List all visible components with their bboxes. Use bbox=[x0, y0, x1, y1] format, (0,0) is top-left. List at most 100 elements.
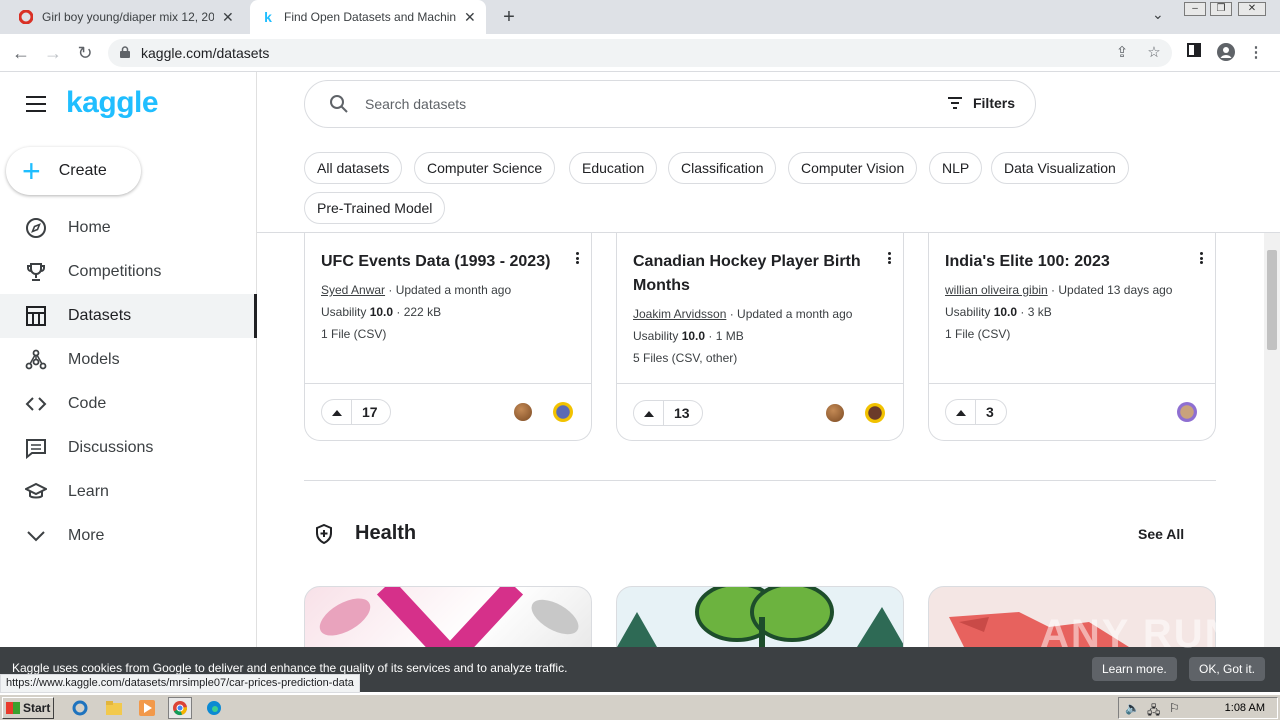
edge-icon[interactable] bbox=[204, 698, 224, 718]
share-icon[interactable]: ⇪ bbox=[1112, 43, 1132, 63]
search-input[interactable]: Search datasets Filters bbox=[304, 80, 1036, 128]
tab-search-chevron-icon[interactable]: ⌄ bbox=[1152, 6, 1164, 23]
side-panel-icon[interactable] bbox=[1184, 43, 1204, 63]
profile-avatar-icon[interactable] bbox=[1216, 43, 1236, 63]
address-bar[interactable]: kaggle.com/datasets bbox=[108, 39, 1172, 67]
taskbar: Start 🔈 🖧 ⚐ 1:08 AM bbox=[0, 694, 1280, 720]
back-arrow-icon[interactable]: ← bbox=[10, 42, 32, 64]
dataset-thumbnail[interactable] bbox=[616, 586, 904, 647]
start-button[interactable]: Start bbox=[2, 697, 54, 719]
filters-button[interactable]: Filters bbox=[947, 95, 1015, 111]
avatar[interactable] bbox=[1177, 402, 1197, 422]
chip-pre-trained-model[interactable]: Pre-Trained Model bbox=[304, 192, 446, 224]
network-icon[interactable]: 🖧 bbox=[1147, 701, 1160, 722]
sidebar-item-discussions[interactable]: Discussions bbox=[0, 426, 257, 470]
sidebar-item-label: Discussions bbox=[68, 439, 154, 456]
ie-icon[interactable] bbox=[70, 698, 90, 718]
forward-arrow-icon[interactable]: → bbox=[42, 42, 64, 64]
dataset-title[interactable]: Canadian Hockey Player Birth Months bbox=[633, 250, 878, 298]
sidebar-item-label: Models bbox=[68, 351, 120, 368]
browser-tab-strip: Girl boy young/diaper mix 12, 20200 ✕ k … bbox=[0, 0, 1280, 34]
flag-icon[interactable]: ⚐ bbox=[1169, 701, 1180, 715]
menu-kebab-icon[interactable]: ⋮ bbox=[1246, 43, 1266, 63]
more-options-icon[interactable] bbox=[885, 250, 893, 266]
tab-close-icon[interactable]: ✕ bbox=[222, 9, 234, 26]
sidebar-item-home[interactable]: Home bbox=[0, 206, 257, 250]
sidebar-item-more[interactable]: More bbox=[0, 514, 257, 558]
author-link[interactable]: Joakim Arvidsson bbox=[633, 307, 726, 321]
dataset-usability-line: Usability 10.0 · 222 kB bbox=[321, 305, 442, 319]
windows-flag-icon bbox=[6, 702, 20, 714]
chip-nlp[interactable]: NLP bbox=[929, 152, 983, 184]
dataset-files: 5 Files (CSV, other) bbox=[633, 351, 738, 365]
kaggle-logo[interactable]: kaggle bbox=[66, 86, 159, 120]
dataset-usability-line: Usability 10.0 · 1 MB bbox=[633, 329, 744, 343]
author-link[interactable]: willian oliveira gibin bbox=[945, 283, 1048, 297]
chip-classification[interactable]: Classification bbox=[668, 152, 777, 184]
search-placeholder: Search datasets bbox=[365, 96, 467, 112]
see-all-link[interactable]: See All bbox=[1138, 526, 1184, 542]
close-window-button[interactable]: ✕ bbox=[1238, 2, 1266, 16]
sidebar-item-models[interactable]: Models bbox=[0, 338, 257, 382]
table-icon bbox=[24, 304, 48, 328]
section-title: Health bbox=[355, 522, 417, 544]
chip-all-datasets[interactable]: All datasets bbox=[304, 152, 403, 184]
discussions-icon bbox=[24, 436, 48, 460]
dataset-author-line: Syed Anwar · Updated a month ago bbox=[321, 283, 512, 297]
dataset-title[interactable]: India's Elite 100: 2023 bbox=[945, 250, 1190, 274]
chip-data-visualization[interactable]: Data Visualization bbox=[991, 152, 1129, 184]
status-bar-url: https://www.kaggle.com/datasets/mrsimple… bbox=[0, 674, 360, 693]
more-options-icon[interactable] bbox=[1197, 250, 1205, 266]
minimize-button[interactable]: – bbox=[1184, 2, 1206, 16]
hamburger-menu-icon[interactable] bbox=[26, 96, 46, 112]
create-button[interactable]: + Create bbox=[6, 147, 141, 195]
scrollbar-thumb[interactable] bbox=[1267, 250, 1277, 350]
models-icon bbox=[24, 348, 48, 372]
plus-icon: + bbox=[22, 153, 41, 189]
tab-title: Girl boy young/diaper mix 12, 20200 bbox=[42, 10, 214, 24]
anyrun-watermark: ANY RUN bbox=[1040, 612, 1236, 656]
chip-computer-vision[interactable]: Computer Vision bbox=[788, 152, 918, 184]
ok-got-it-button[interactable]: OK, Got it. bbox=[1189, 657, 1266, 681]
search-header: Search datasets Filters All datasets Com… bbox=[257, 72, 1280, 233]
avatar[interactable] bbox=[865, 403, 885, 423]
dataset-thumbnail[interactable] bbox=[304, 586, 592, 647]
avatar[interactable] bbox=[826, 404, 844, 422]
author-link[interactable]: Syed Anwar bbox=[321, 283, 385, 297]
avatar[interactable] bbox=[514, 403, 532, 421]
reload-icon[interactable]: ↻ bbox=[74, 42, 96, 64]
dataset-title[interactable]: UFC Events Data (1993 - 2023) bbox=[321, 250, 566, 274]
sidebar-item-code[interactable]: Code bbox=[0, 382, 257, 426]
upvote-button[interactable]: 3 bbox=[945, 399, 1007, 425]
folder-icon[interactable] bbox=[104, 698, 124, 718]
sidebar-item-datasets[interactable]: Datasets bbox=[0, 294, 257, 338]
chip-computer-science[interactable]: Computer Science bbox=[414, 152, 556, 184]
chip-education[interactable]: Education bbox=[569, 152, 658, 184]
upvote-arrow-icon bbox=[322, 400, 352, 424]
maximize-button[interactable]: ❐ bbox=[1210, 2, 1232, 16]
vote-count: 13 bbox=[674, 405, 690, 421]
upvote-button[interactable]: 13 bbox=[633, 400, 703, 426]
browser-tab-2[interactable]: k Find Open Datasets and Machine Le ✕ bbox=[250, 0, 486, 34]
tab-close-icon[interactable]: ✕ bbox=[464, 9, 476, 26]
shield-icon bbox=[316, 524, 332, 544]
dataset-card[interactable]: India's Elite 100: 2023 willian oliveira… bbox=[928, 212, 1216, 441]
upvote-button[interactable]: 17 bbox=[321, 399, 391, 425]
filter-icon bbox=[947, 97, 962, 109]
sidebar-item-learn[interactable]: Learn bbox=[0, 470, 257, 514]
dataset-card[interactable]: Canadian Hockey Player Birth Months Joak… bbox=[616, 212, 904, 441]
chrome-icon[interactable] bbox=[168, 697, 192, 719]
sidebar-item-competitions[interactable]: Competitions bbox=[0, 250, 257, 294]
chevron-down-icon bbox=[24, 524, 48, 548]
volume-icon[interactable]: 🔈 bbox=[1125, 701, 1140, 715]
code-icon bbox=[24, 392, 48, 416]
bookmark-star-icon[interactable]: ☆ bbox=[1144, 43, 1164, 63]
avatar[interactable] bbox=[553, 402, 573, 422]
new-tab-button[interactable]: + bbox=[498, 6, 520, 28]
system-tray: 🔈 🖧 ⚐ 1:08 AM bbox=[1118, 697, 1278, 719]
learn-more-button[interactable]: Learn more. bbox=[1092, 657, 1177, 681]
more-options-icon[interactable] bbox=[573, 250, 581, 266]
browser-tab-1[interactable]: Girl boy young/diaper mix 12, 20200 ✕ bbox=[8, 0, 244, 34]
media-player-icon[interactable] bbox=[137, 698, 157, 718]
dataset-card[interactable]: UFC Events Data (1993 - 2023) Syed Anwar… bbox=[304, 212, 592, 441]
